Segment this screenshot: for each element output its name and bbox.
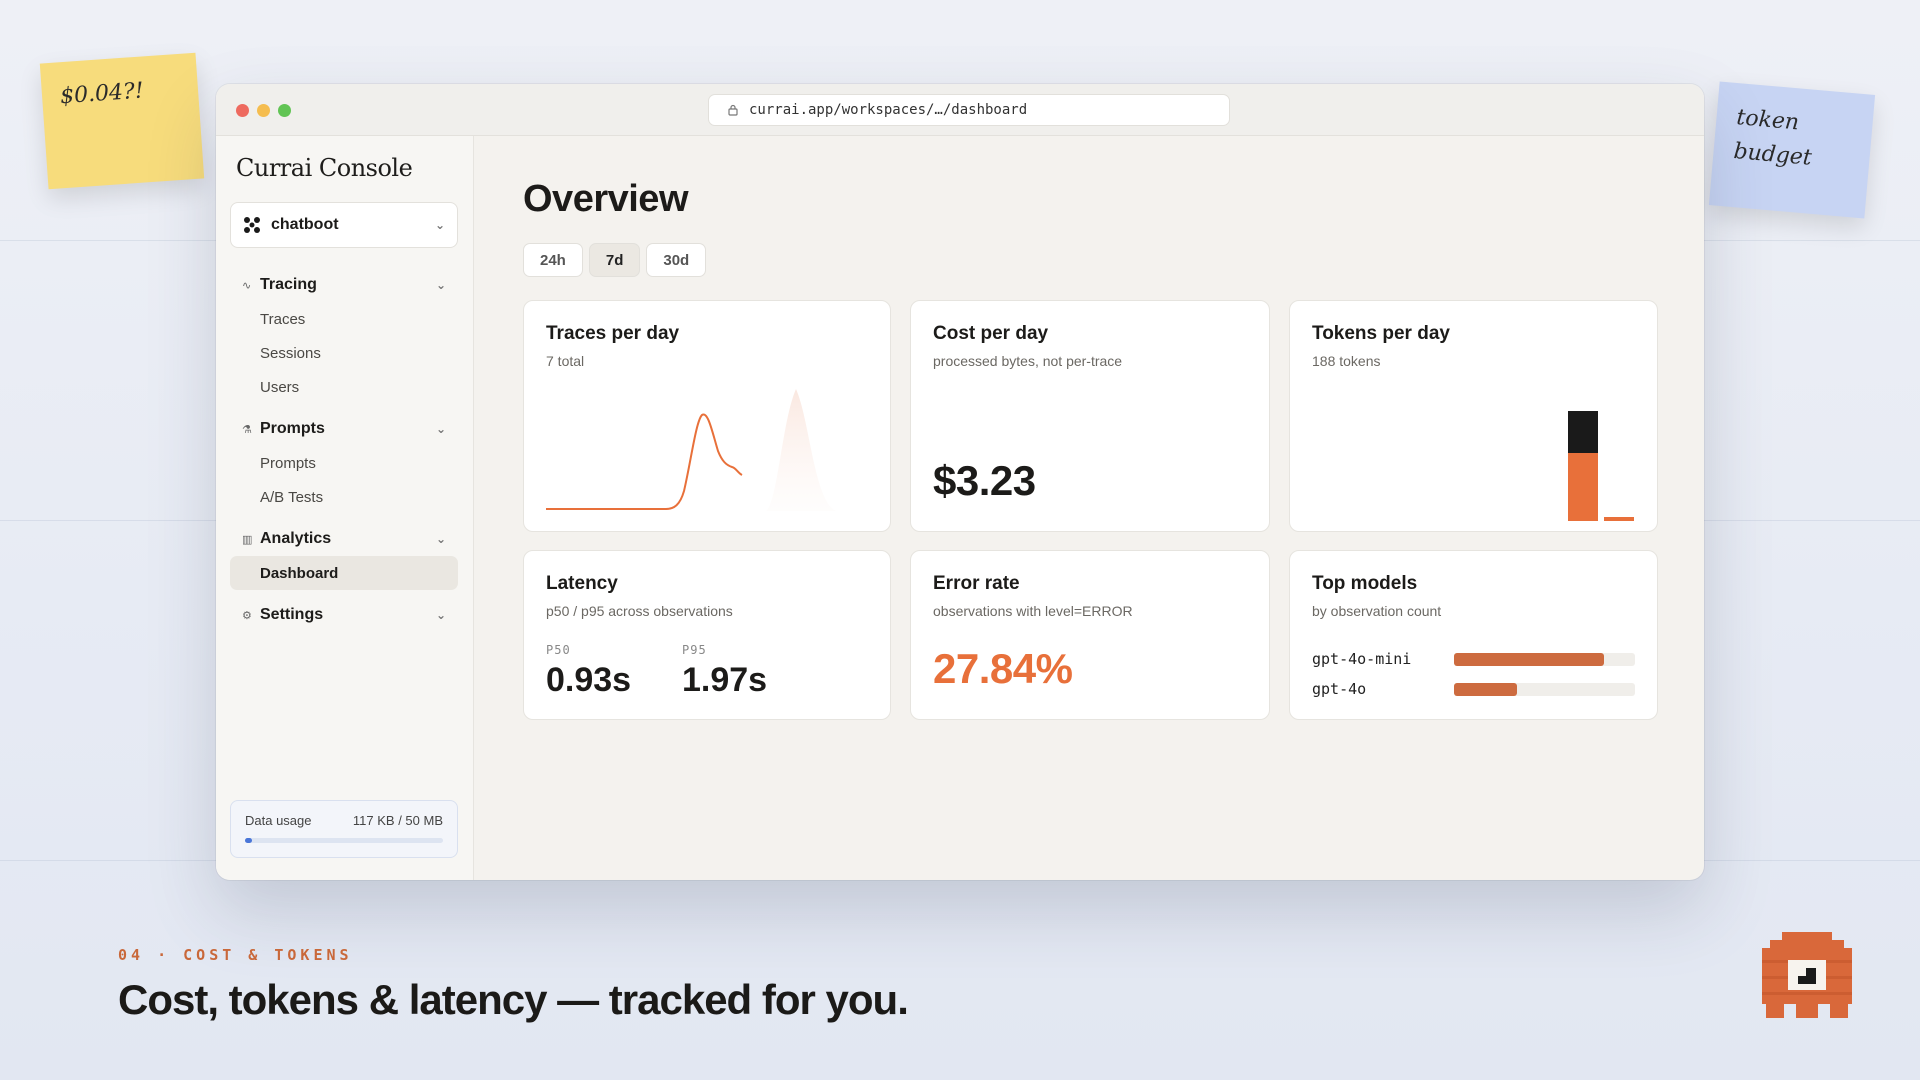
p95-metric: P95 1.97s: [682, 643, 767, 700]
sidebar-item-dashboard[interactable]: Dashboard: [230, 556, 458, 590]
data-usage-panel: Data usage 117 KB / 50 MB: [230, 800, 458, 858]
time-range-selector: 24h 7d 30d: [523, 243, 707, 277]
range-24h-button[interactable]: 24h: [523, 243, 583, 277]
nav-group-label: Tracing: [260, 276, 317, 293]
main-content: Overview 24h 7d 30d Traces per day 7 tot…: [474, 136, 1704, 880]
nav-group-label: Analytics: [260, 530, 332, 547]
traces-line-chart: [546, 389, 836, 511]
gear-icon: ⚙: [242, 609, 252, 622]
traces-series-line: [546, 413, 743, 510]
top-models-card: Top models by observation count gpt-4o-m…: [1289, 550, 1658, 720]
model-name: gpt-4o: [1312, 680, 1367, 698]
model-bar-fill: [1454, 682, 1518, 696]
project-icon: [244, 217, 260, 233]
nav-group-prompts[interactable]: ⚗ Prompts ⌄: [230, 412, 458, 446]
sticky-note-blue: token budget: [1708, 81, 1876, 219]
chart-icon: ▥: [242, 533, 253, 546]
maximize-window-button[interactable]: [278, 104, 291, 117]
range-7d-button[interactable]: 7d: [588, 243, 641, 277]
chevron-down-icon: ⌄: [435, 422, 446, 436]
project-selector[interactable]: chatboot ⌄: [230, 202, 458, 248]
card-subtitle: 7 total: [546, 353, 585, 369]
model-row: gpt-4o-mini: [1312, 649, 1635, 669]
lock-icon: [728, 104, 738, 116]
range-30d-button[interactable]: 30d: [646, 243, 707, 277]
cost-value: $3.23: [933, 457, 1036, 504]
metric-label: P95: [682, 643, 707, 657]
p50-value: 0.93s: [546, 661, 632, 699]
metric-label: P50: [546, 643, 571, 657]
nav-group-label: Settings: [260, 606, 324, 623]
sticky-note-text: $0.04?!: [59, 78, 145, 110]
tokens-bar-chart: [1568, 411, 1634, 521]
error-rate-card: Error rate observations with level=ERROR…: [910, 550, 1270, 720]
card-title: Tokens per day: [1312, 323, 1450, 344]
model-bar-track: [1454, 652, 1635, 666]
project-name: chatboot: [271, 216, 339, 233]
chevron-down-icon: ⌄: [435, 278, 446, 292]
nav-group-label: Prompts: [260, 420, 325, 437]
model-name: gpt-4o-mini: [1312, 650, 1412, 668]
title-bar: currai.app/workspaces/…/dashboard: [216, 84, 1704, 136]
card-subtitle: p50 / p95 across observations: [546, 603, 733, 619]
address-bar[interactable]: currai.app/workspaces/…/dashboard: [708, 94, 1230, 126]
model-bar-fill: [1454, 652, 1605, 666]
nav-group-analytics[interactable]: ▥ Analytics ⌄: [230, 522, 458, 556]
slide-headline: Cost, tokens & latency — tracked for you…: [118, 976, 909, 1023]
sidebar-item-sessions[interactable]: Sessions: [230, 336, 458, 370]
browser-window: currai.app/workspaces/…/dashboard Currai…: [216, 84, 1704, 880]
error-rate-value: 27.84%: [933, 645, 1073, 692]
usage-label: Data usage: [245, 813, 312, 828]
card-title: Cost per day: [933, 323, 1049, 344]
ghost-series-area: [766, 389, 836, 511]
model-row: gpt-4o: [1312, 679, 1635, 699]
brand-title: Currai Console: [236, 154, 413, 182]
tracing-icon: ∿: [242, 279, 252, 292]
card-title: Traces per day: [546, 323, 680, 344]
card-subtitle: observations with level=ERROR: [933, 603, 1133, 619]
card-subtitle: processed bytes, not per-trace: [933, 353, 1123, 369]
url-text: currai.app/workspaces/…/dashboard: [749, 102, 1028, 118]
sidebar-item-traces[interactable]: Traces: [230, 302, 458, 336]
nav-group-settings[interactable]: ⚙ Settings ⌄: [230, 598, 458, 632]
sidebar-item-ab-tests[interactable]: A/B Tests: [230, 480, 458, 514]
sidebar-item-prompts[interactable]: Prompts: [230, 446, 458, 480]
traces-per-day-card: Traces per day 7 total: [523, 300, 891, 532]
tokens-per-day-card: Tokens per day 188 tokens: [1289, 300, 1658, 532]
page-title: Overview: [523, 178, 689, 220]
tokens-bar-small: [1604, 517, 1634, 521]
section-tag: 04 · COST & TOKENS: [118, 946, 353, 964]
close-window-button[interactable]: [236, 104, 249, 117]
usage-value: 117 KB / 50 MB: [352, 813, 443, 828]
sidebar-nav: ∿ Tracing ⌄ Traces Sessions Users ⚗ Prom…: [230, 268, 458, 632]
latency-card: Latency p50 / p95 across observations P5…: [523, 550, 891, 720]
chevron-down-icon: ⌄: [434, 218, 445, 232]
nav-group-tracing[interactable]: ∿ Tracing ⌄: [230, 268, 458, 302]
sidebar-item-users[interactable]: Users: [230, 370, 458, 404]
cost-per-day-card: Cost per day processed bytes, not per-tr…: [910, 300, 1270, 532]
minimize-window-button[interactable]: [257, 104, 270, 117]
tokens-bar-bottom: [1568, 453, 1598, 521]
p50-metric: P50 0.93s: [546, 643, 631, 700]
model-bar-track: [1454, 682, 1635, 696]
card-title: Latency: [546, 573, 618, 594]
usage-progress-bar: [245, 838, 443, 843]
chevron-down-icon: ⌄: [435, 532, 446, 546]
usage-progress-fill: [245, 838, 252, 843]
chevron-down-icon: ⌄: [435, 608, 446, 622]
card-title: Top models: [1312, 573, 1418, 594]
card-subtitle: 188 tokens: [1312, 353, 1381, 369]
tokens-bar-top: [1568, 411, 1598, 453]
flask-icon: ⚗: [242, 423, 252, 436]
card-title: Error rate: [933, 573, 1020, 594]
sidebar: Currai Console chatboot ⌄ ∿ Tracing ⌄ Tr…: [216, 136, 474, 880]
card-subtitle: by observation count: [1312, 603, 1442, 619]
sticky-note-yellow: $0.04?!: [39, 52, 205, 190]
p95-value: 1.97s: [682, 661, 768, 699]
mascot-logo: [1762, 932, 1852, 1018]
